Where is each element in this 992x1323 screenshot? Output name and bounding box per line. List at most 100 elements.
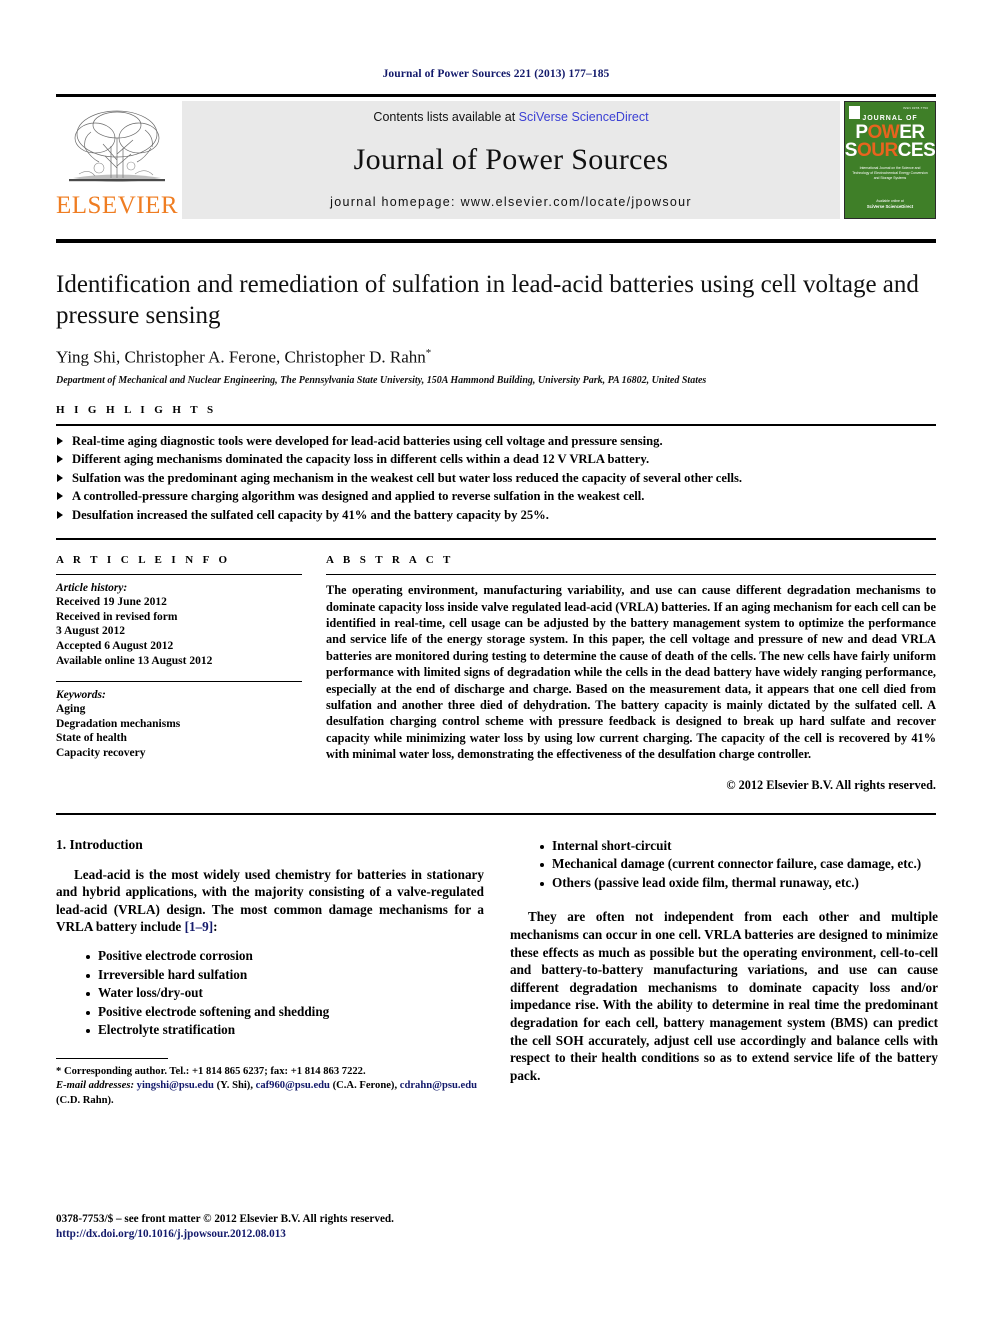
cover-line-1: JOURNAL OF	[862, 115, 918, 122]
cover-line-3: SOURCES	[844, 140, 936, 161]
highlight-text: Different aging mechanisms dominated the…	[72, 452, 650, 467]
intro-text-b: :	[213, 919, 218, 935]
citation-link[interactable]: [1–9]	[185, 919, 214, 934]
highlights-list: Real-time aging diagnostic tools were de…	[56, 433, 936, 525]
highlight-text: Real-time aging diagnostic tools were de…	[72, 433, 663, 448]
email-owner-3: (C.D. Rahn).	[56, 1094, 114, 1106]
journal-cover-thumbnail: ISSN 0378-7753 JOURNAL OF POWER SOURCES …	[844, 101, 936, 219]
abstract-text: The operating environment, manufacturing…	[326, 583, 936, 762]
highlight-text: Sulfation was the predominant aging mech…	[72, 470, 742, 485]
article-info-column: A R T I C L E I N F O Article history: R…	[56, 552, 302, 792]
doi-link[interactable]: http://dx.doi.org/10.1016/j.jpowsour.201…	[56, 1227, 394, 1242]
history-item: 3 August 2012	[56, 625, 126, 638]
list-item: Sulfation was the predominant aging mech…	[56, 470, 936, 488]
list-item: Different aging mechanisms dominated the…	[56, 451, 936, 469]
history-item: Received in revised form	[56, 610, 178, 623]
section-heading-introduction: 1. Introduction	[56, 836, 143, 852]
keyword-item: Aging	[56, 703, 86, 716]
cover-footer: Available online at SciVerse ScienceDire…	[867, 199, 913, 210]
elsevier-wordmark: ELSEVIER	[55, 192, 179, 219]
title-block: Identification and remediation of sulfat…	[56, 269, 936, 386]
abstract-rule	[326, 574, 936, 576]
list-item: Irreversible hard sulfation	[86, 966, 484, 985]
article-history-label: Article history:	[56, 582, 128, 595]
author-list: Ying Shi, Christopher A. Ferone, Christo…	[56, 347, 936, 368]
damage-mechanisms-list-left: Positive electrode corrosion Irreversibl…	[56, 947, 484, 1040]
triangle-bullet-icon	[57, 492, 63, 501]
keywords-rule	[56, 681, 302, 683]
page-footer: 0378-7753/$ – see front matter © 2012 El…	[56, 1212, 394, 1242]
body-column-left: 1. Introduction Lead-acid is the most wi…	[56, 837, 484, 1109]
history-item: Accepted 6 August 2012	[56, 639, 174, 652]
bullet-spacer	[510, 892, 938, 908]
keyword-item: State of health	[56, 732, 127, 745]
email-link-1[interactable]: yingshi@psu.edu	[137, 1080, 214, 1091]
damage-mechanisms-list-right: Internal short-circuit Mechanical damage…	[510, 837, 938, 893]
author-affiliation: Department of Mechanical and Nuclear Eng…	[56, 374, 707, 386]
sciencedirect-link[interactable]: SciVerse ScienceDirect	[519, 110, 649, 124]
cover-elsevier-mark-icon	[849, 106, 860, 119]
list-item: Internal short-circuit	[540, 837, 938, 856]
running-head: Journal of Power Sources 221 (2013) 177–…	[382, 68, 610, 80]
cover-issn: ISSN 0378-7753	[903, 106, 928, 110]
body-columns: 1. Introduction Lead-acid is the most wi…	[56, 837, 938, 1109]
journal-masthead: ELSEVIER Contents lists available at Sci…	[56, 94, 936, 219]
cover-subtitle: International Journal on the Science and…	[852, 166, 928, 180]
email-owner-2: (C.A. Ferone),	[329, 1080, 400, 1092]
list-item: Others (passive lead oxide film, thermal…	[540, 874, 938, 893]
email-link-2[interactable]: caf960@psu.edu	[256, 1080, 330, 1091]
triangle-bullet-icon	[57, 455, 63, 464]
elsevier-tree-icon	[69, 110, 165, 182]
cover-footer-brand: SciVerse ScienceDirect	[866, 204, 914, 209]
keyword-item: Degradation mechanisms	[56, 717, 181, 730]
author-names: Ying Shi, Christopher A. Ferone, Christo…	[56, 347, 426, 367]
footnote-block: * Corresponding author. Tel.: +1 814 865…	[56, 1057, 484, 1108]
cover-footer-label: Available online at	[876, 199, 904, 203]
highlight-text: A controlled-pressure charging algorithm…	[72, 489, 645, 504]
history-item: Received 19 June 2012	[56, 596, 167, 609]
list-item: Mechanical damage (current connector fai…	[540, 855, 938, 874]
list-item: Positive electrode softening and sheddin…	[86, 1003, 484, 1022]
keywords-label: Keywords:	[56, 689, 106, 702]
info-abstract-region: A R T I C L E I N F O Article history: R…	[56, 540, 936, 792]
email-link-3[interactable]: cdrahn@psu.edu	[400, 1080, 477, 1091]
keyword-item: Capacity recovery	[56, 746, 146, 759]
list-item: Water loss/dry-out	[86, 984, 484, 1003]
corresponding-author-note: * Corresponding author. Tel.: +1 814 865…	[56, 1065, 366, 1077]
corresponding-author-marker: *	[425, 347, 432, 359]
page-title: Identification and remediation of sulfat…	[56, 271, 919, 329]
elsevier-logo: ELSEVIER	[56, 101, 178, 219]
masthead-bottom-rule	[56, 239, 936, 243]
history-item: Available online 13 August 2012	[56, 654, 213, 667]
list-item: Desulfation increased the sulfated cell …	[56, 507, 936, 525]
highlights-top-rule	[56, 423, 936, 426]
triangle-bullet-icon	[57, 510, 63, 519]
email-addresses-note: E-mail addresses: yingshi@psu.edu (Y. Sh…	[56, 1079, 484, 1108]
contents-prefix-text: Contents lists available at	[373, 110, 519, 124]
highlights-heading: H I G H L I G H T S	[56, 403, 217, 416]
intro-text-a: Lead-acid is the most widely used chemis…	[56, 866, 484, 935]
email-owner-1: (Y. Shi),	[213, 1080, 256, 1092]
email-label: E-mail addresses:	[56, 1080, 134, 1092]
article-info-rule	[56, 574, 302, 576]
triangle-bullet-icon	[57, 473, 63, 482]
abstract-bottom-rule	[56, 812, 936, 815]
intro-paragraph-2: They are often not independent from each…	[510, 909, 938, 1083]
body-column-right: Internal short-circuit Mechanical damage…	[510, 837, 938, 1109]
abstract-heading: A B S T R A C T	[326, 554, 454, 567]
journal-banner: Contents lists available at SciVerse Sci…	[182, 101, 840, 219]
frontmatter-line: 0378-7753/$ – see front matter © 2012 El…	[56, 1213, 394, 1225]
highlights-body: Real-time aging diagnostic tools were de…	[56, 433, 936, 525]
list-item: Real-time aging diagnostic tools were de…	[56, 433, 936, 451]
list-item: Electrolyte stratification	[86, 1021, 484, 1040]
triangle-bullet-icon	[57, 436, 63, 445]
article-info-heading: A R T I C L E I N F O	[56, 554, 231, 567]
contents-available-line: Contents lists available at SciVerse Sci…	[373, 110, 648, 124]
intro-paragraph-1: Lead-acid is the most widely used chemis…	[56, 866, 484, 936]
journal-title: Journal of Power Sources	[353, 142, 669, 176]
highlight-text: Desulfation increased the sulfated cell …	[72, 507, 549, 522]
abstract-column: A B S T R A C T The operating environmen…	[326, 552, 936, 792]
journal-homepage-link[interactable]: journal homepage: www.elsevier.com/locat…	[330, 195, 692, 209]
highlights-section: H I G H L I G H T S	[56, 404, 936, 416]
list-item: A controlled-pressure charging algorithm…	[56, 488, 936, 506]
